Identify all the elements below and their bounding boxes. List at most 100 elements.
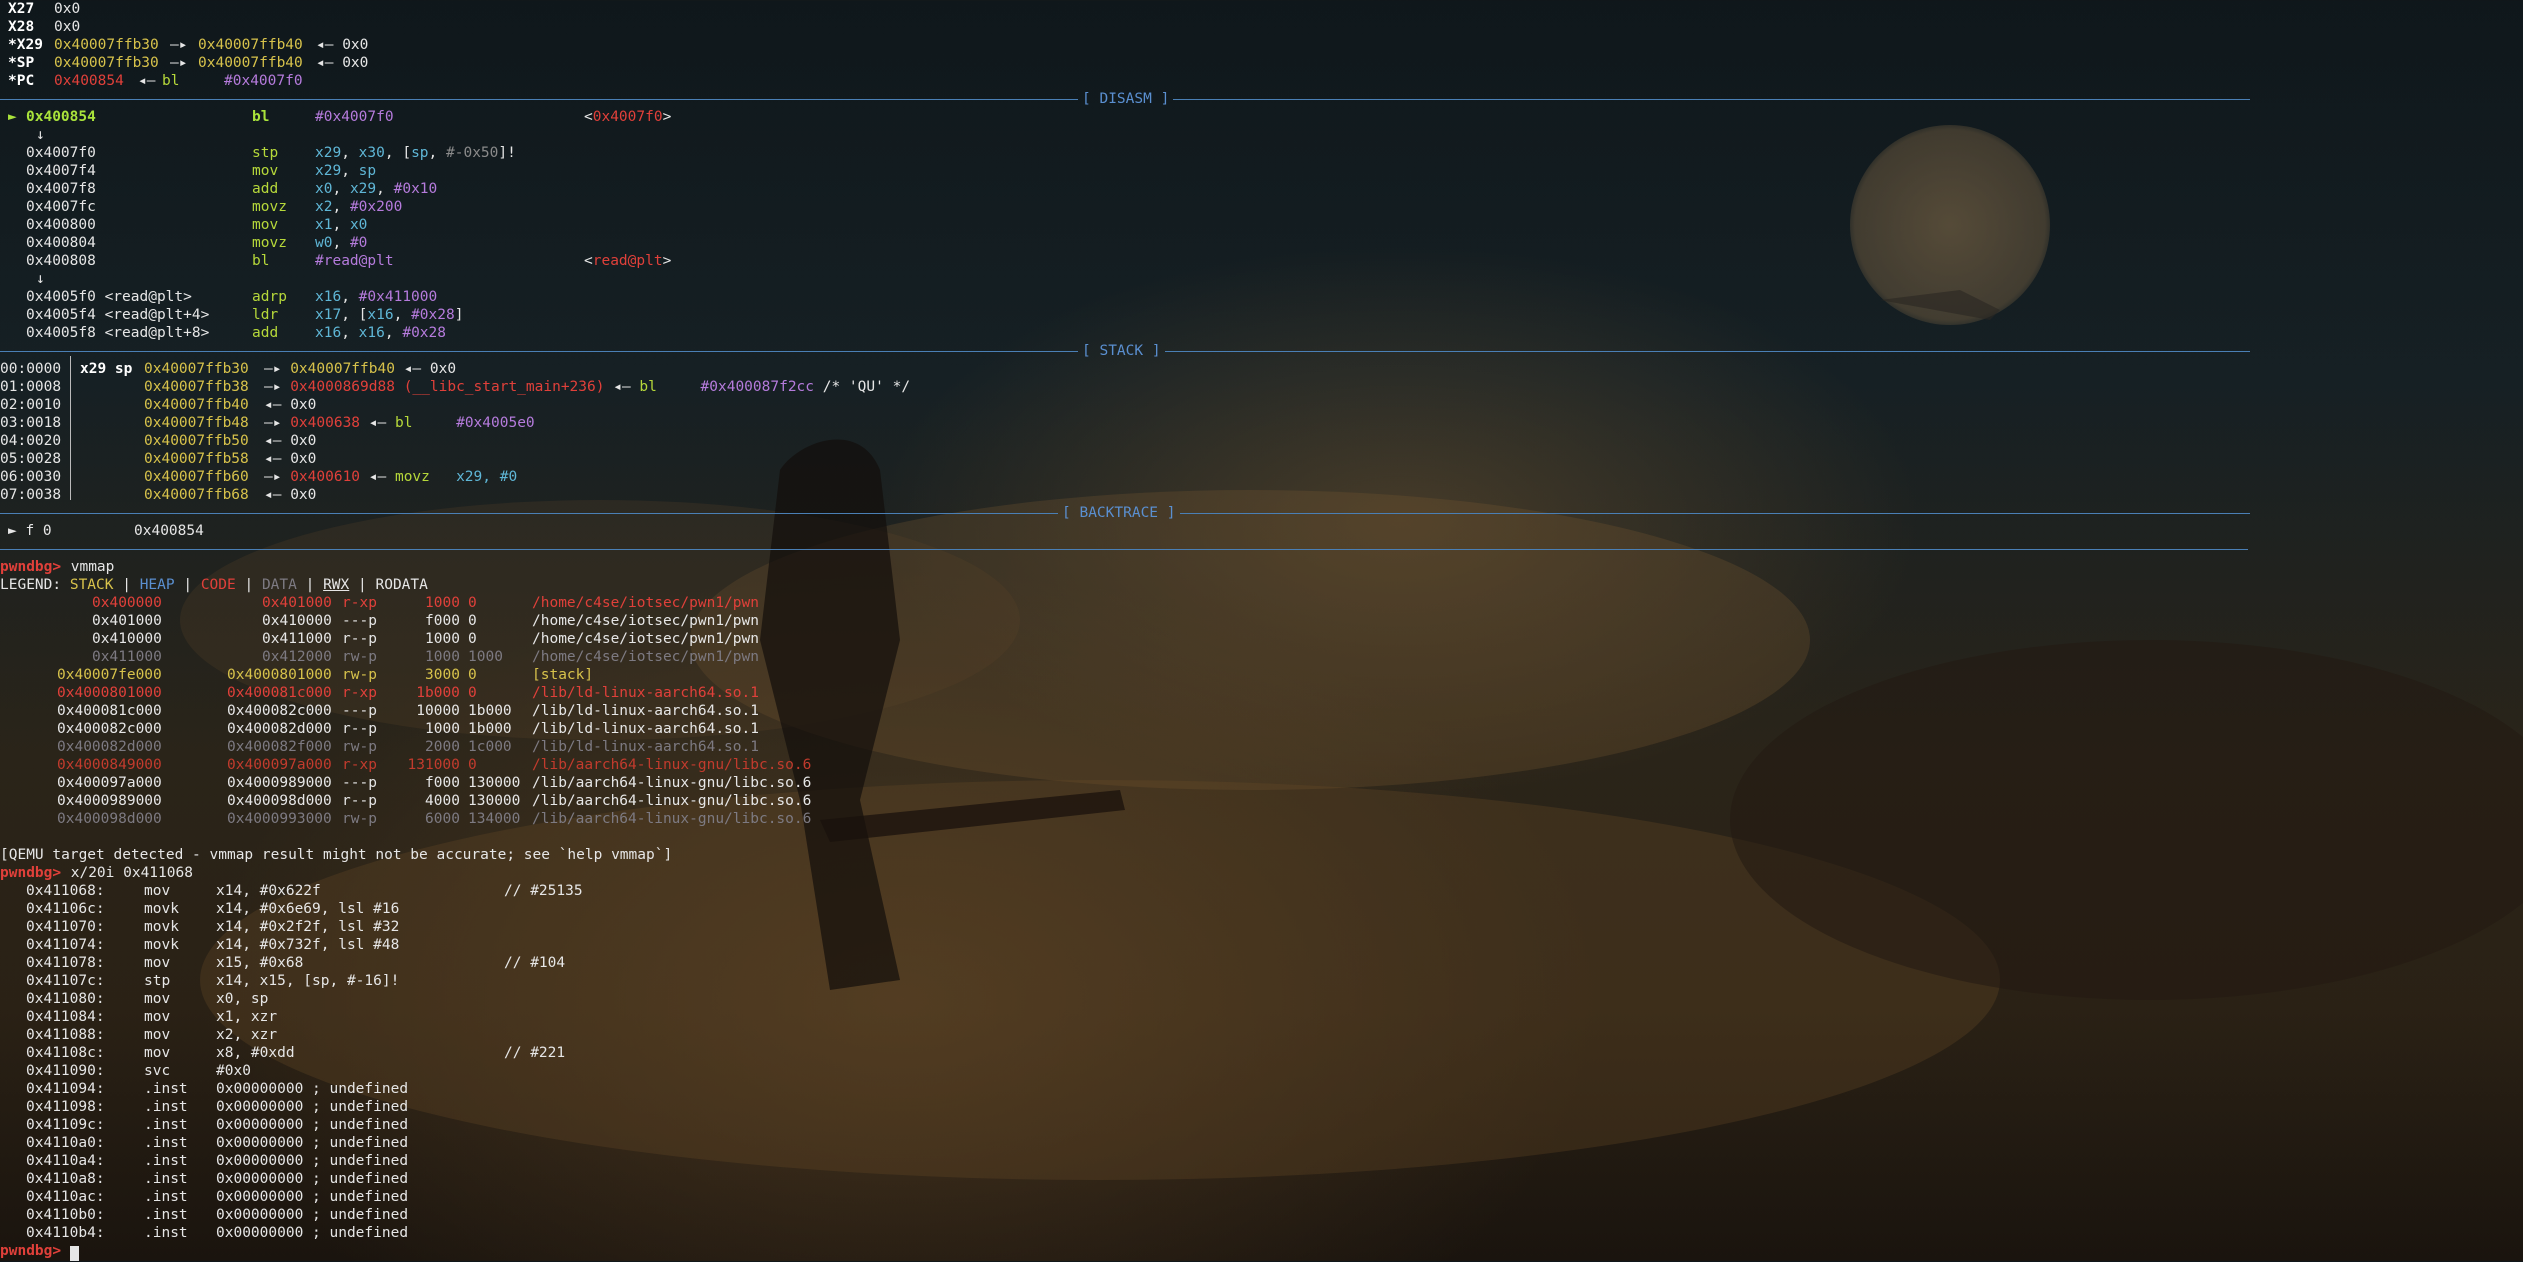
register-row: *PC 0x400854 ◂— bl #0x4007f0	[0, 72, 2523, 90]
separator-rule	[0, 351, 1078, 352]
operand-token	[350, 324, 359, 342]
map-size: f000	[425, 775, 460, 791]
vmmap-row: 0x411000 0x412000 rw-p 1000 1000/home/c4se/i…	[0, 648, 2523, 666]
map-size: 1b000	[416, 685, 460, 701]
map-offset: 1b000	[468, 721, 512, 737]
prompt: pwndbg>	[0, 865, 62, 881]
register-name: *PC	[8, 73, 35, 89]
instruction-mnemonic: movz	[252, 235, 287, 251]
map-size: 6000	[425, 811, 460, 827]
deref-token: /* 'QU' */	[814, 379, 911, 395]
vmmap-row: 0x400081c000 0x400082c000 ---p 10000 1b000/l…	[0, 702, 2523, 720]
operand-token: x16	[367, 307, 394, 323]
map-file: /lib/aarch64-linux-gnu/libc.so.6	[532, 757, 812, 773]
memory-instruction-row: 0x4110a4: .inst 0x00000000 ; undefined	[0, 1152, 2523, 1170]
operand-token: ,	[341, 289, 350, 305]
map-offset: 0	[468, 685, 477, 701]
legend-item: |	[349, 577, 376, 593]
disasm-row: 0x400804 movz w0, #0	[0, 234, 2523, 252]
stack-column-divider	[70, 356, 71, 500]
target-part: 0x4007f0	[592, 109, 663, 125]
map-perms: ---p	[342, 775, 377, 791]
instruction-address: 0x411080:	[26, 991, 105, 1007]
operand-token: w0	[315, 235, 333, 251]
map-start: 0x400082d000	[57, 739, 162, 755]
branch-target: <read@plt>	[584, 252, 671, 270]
operand-token	[341, 180, 350, 198]
instruction-mnemonic: movz	[252, 199, 287, 215]
map-offset: 1b000	[468, 703, 512, 719]
stack-row: 04:0020 0x40007ffb50 ◂— 0x0	[0, 432, 2523, 450]
map-size: 4000	[425, 793, 460, 809]
separator-rule	[1179, 513, 2250, 514]
instruction-mnemonic: .inst	[144, 1153, 188, 1169]
deref-token: ◂— 0x0	[394, 361, 457, 377]
instruction-mnemonic: mov	[144, 1027, 171, 1043]
separator-rule	[0, 549, 2248, 550]
map-size: 131000	[407, 757, 460, 773]
operand-token	[341, 216, 350, 234]
instruction-operands: x14, #0x622f	[216, 883, 321, 899]
map-file: /home/c4se/iotsec/pwn1/pwn	[532, 649, 759, 665]
legend-item: DATA	[261, 577, 297, 593]
instruction-mnemonic: mov	[252, 217, 279, 233]
map-offset: 0	[468, 631, 477, 647]
instruction-address: 0x41107c:	[26, 973, 105, 989]
instruction-operands: x8, #0xdd	[216, 1045, 295, 1061]
map-perms: ---p	[342, 613, 377, 629]
register-row: X27 0x0	[0, 0, 2523, 18]
legend-item: CODE	[200, 577, 236, 593]
map-perms: rw-p	[342, 649, 377, 665]
legend-item: |	[174, 577, 201, 593]
stack-section-header: [ STACK ]	[0, 342, 2523, 360]
legend-item: |	[235, 577, 262, 593]
map-start: 0x40007fe000	[57, 667, 162, 683]
map-size: 2000	[425, 739, 460, 755]
target-part: >	[662, 109, 672, 125]
map-end: 0x4000993000	[227, 811, 332, 827]
stack-deref: —▸ 0x400610 ◂— movz x29, #0	[264, 468, 517, 486]
map-end: 0x412000	[262, 649, 332, 665]
instruction-comment: // #25135	[504, 883, 583, 899]
instruction-address: 0x41106c:	[26, 901, 105, 917]
target-part: <	[584, 109, 593, 125]
memory-instruction-row: 0x4110ac: .inst 0x00000000 ; undefined	[0, 1188, 2523, 1206]
operand-token: x17	[315, 307, 342, 323]
instruction-mnemonic: bl	[252, 253, 270, 269]
instruction-mnemonic: .inst	[144, 1225, 188, 1241]
register-target: 0x40007ffb40	[198, 37, 303, 53]
map-offset: 1000	[468, 649, 503, 665]
vmmap-legend: LEGEND: STACK | HEAP | CODE | DATA | RWX…	[0, 576, 428, 594]
map-offset: 1c000	[468, 739, 512, 755]
deref-token: 0x4000869d88 (__libc_start_main+236)	[290, 379, 605, 395]
operand-token: x29	[349, 181, 377, 197]
section-label: [ BACKTRACE ]	[1062, 505, 1176, 521]
cursor-block	[70, 1245, 79, 1261]
instruction-mnemonic: mov	[144, 1045, 171, 1061]
stack-index: 07:0038	[0, 487, 62, 503]
instruction-address: 0x4110ac:	[26, 1189, 105, 1205]
register-target: 0x40007ffb40	[198, 55, 303, 71]
map-size: 10000	[416, 703, 460, 719]
stack-index: 01:0008	[0, 379, 62, 395]
memory-instruction-row: 0x41108c: mov x8, #0xdd // #221	[0, 1044, 2523, 1062]
instruction-operands: 0x00000000 ; undefined	[216, 1099, 409, 1115]
memory-instruction-row: 0x4110a8: .inst 0x00000000 ; undefined	[0, 1170, 2523, 1188]
instruction-address: 0x4007f8	[26, 181, 96, 197]
operand-token: x16	[315, 325, 342, 341]
instruction-mnemonic: .inst	[144, 1099, 188, 1115]
disasm-row: ► 0x400854 bl #0x4007f0 <0x4007f0>	[0, 108, 2523, 126]
stack-index: 05:0028	[0, 451, 62, 467]
operand-token: x0	[349, 217, 368, 233]
operand-token: ,	[341, 325, 350, 341]
map-start: 0x410000	[92, 631, 162, 647]
operand-token: #read@plt	[315, 253, 394, 269]
instruction-operands: 0x00000000 ; undefined	[216, 1135, 409, 1151]
map-start: 0x411000	[92, 649, 162, 665]
operand-token	[394, 324, 403, 342]
instruction-address: 0x400800	[26, 217, 96, 233]
instruction-operands: x14, x15, [sp, #-16]!	[216, 973, 400, 989]
terminal-cursor[interactable]	[70, 1244, 79, 1262]
pointer-arrow: —▸	[170, 55, 188, 71]
